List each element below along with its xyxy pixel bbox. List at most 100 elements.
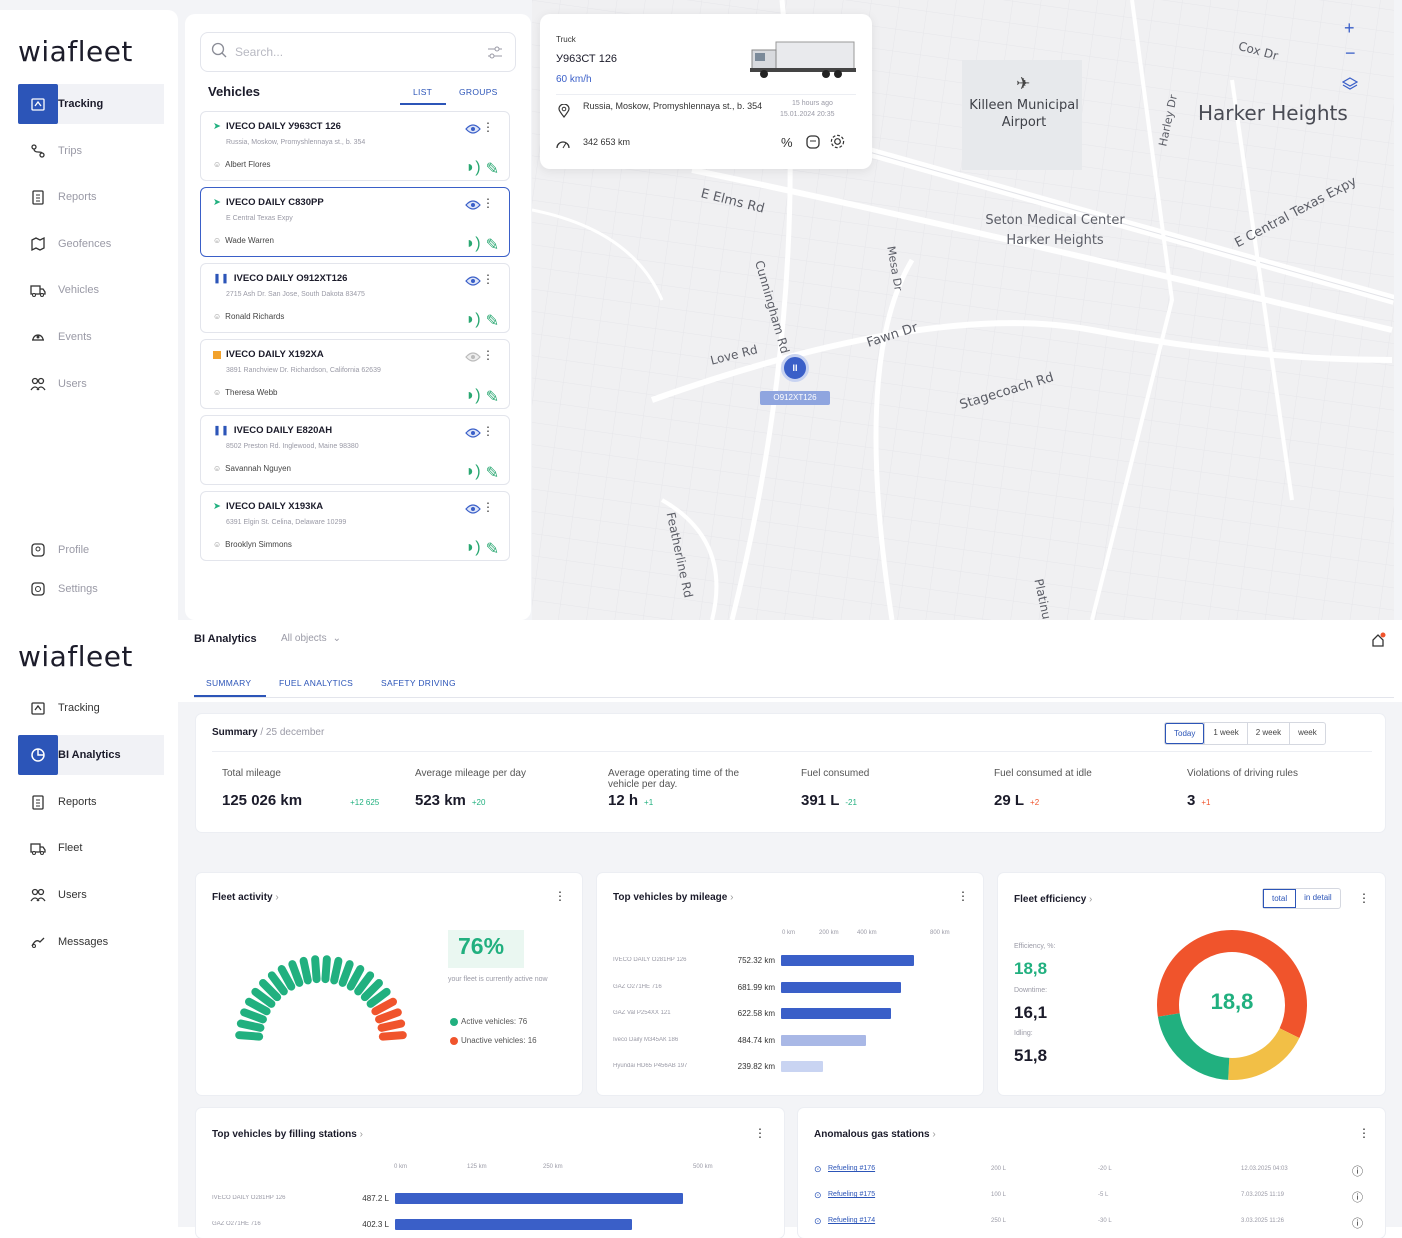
- info-icon[interactable]: ⓘ: [1352, 1189, 1363, 1205]
- zoom-in-button[interactable]: +: [1344, 18, 1355, 39]
- eye-icon[interactable]: [465, 273, 481, 291]
- sidebar-item-bi-analytics[interactable]: BI Analytics: [18, 734, 164, 775]
- bar[interactable]: [395, 1219, 633, 1230]
- summary-card: Summary / 25 december Today 1 week 2 wee…: [196, 714, 1385, 832]
- station-link[interactable]: Refueling #174: [828, 1217, 875, 1224]
- more-icon[interactable]: ⋮: [482, 120, 494, 134]
- bar[interactable]: [781, 955, 914, 966]
- period-today[interactable]: Today: [1165, 723, 1205, 744]
- tick-label: 800 km: [930, 930, 950, 936]
- period-2week[interactable]: 2 week: [1246, 723, 1289, 744]
- layers-icon[interactable]: [1341, 76, 1359, 97]
- bottom-logo[interactable]: wiafleet: [18, 640, 133, 673]
- sidebar-item-trips[interactable]: Trips: [18, 131, 164, 171]
- sidebar-item-events[interactable]: Events: [18, 317, 164, 357]
- sidebar-item-reports[interactable]: Reports: [18, 782, 164, 822]
- more-icon[interactable]: ⋮: [482, 424, 494, 438]
- wrench-icon[interactable]: ✎: [486, 235, 499, 255]
- vehicle-card[interactable]: ➤ IVECO DAILY У963СТ 126 Russia, Moskow, P…: [200, 111, 510, 181]
- signal-icon[interactable]: ◗): [466, 159, 481, 179]
- summary-date: / 25 december: [260, 727, 325, 738]
- more-icon[interactable]: ⋮: [554, 889, 566, 903]
- eye-off-icon[interactable]: [465, 349, 481, 367]
- bar[interactable]: [395, 1193, 683, 1204]
- eye-icon[interactable]: [465, 501, 481, 519]
- objects-filter[interactable]: All objects ⌄: [281, 633, 341, 644]
- vehicle-driver: ☺ Albert Flores: [213, 160, 271, 169]
- more-icon[interactable]: ⋮: [482, 348, 494, 362]
- sidebar-item-messages[interactable]: Messages: [18, 922, 164, 962]
- fuel-icon[interactable]: [805, 134, 821, 155]
- more-icon[interactable]: ⋮: [482, 196, 494, 210]
- search-input[interactable]: Search...: [235, 45, 283, 59]
- vehicle-driver: ☺ Theresa Webb: [213, 388, 278, 397]
- bar[interactable]: [781, 1061, 824, 1072]
- zoom-out-button[interactable]: −: [1345, 43, 1356, 64]
- sidebar-item-tracking[interactable]: Tracking: [18, 84, 164, 124]
- detail-button[interactable]: in detail: [1296, 889, 1340, 908]
- notification-icon[interactable]: [1370, 632, 1386, 653]
- tab-list[interactable]: LIST: [413, 87, 432, 97]
- signal-icon[interactable]: ◗): [466, 387, 481, 407]
- search-bar[interactable]: Search...: [200, 32, 516, 72]
- eye-icon[interactable]: [465, 425, 481, 443]
- signal-icon[interactable]: ◗): [466, 539, 481, 559]
- station-link[interactable]: Refueling #176: [828, 1165, 875, 1172]
- period-1week[interactable]: 1 week: [1204, 723, 1246, 744]
- bar[interactable]: [781, 981, 902, 993]
- period-week[interactable]: week: [1289, 723, 1325, 744]
- sidebar-item-fleet[interactable]: Fleet: [18, 828, 164, 868]
- active-dot-icon: [450, 1017, 458, 1026]
- tab-groups[interactable]: GROUPS: [459, 87, 498, 97]
- info-icon[interactable]: ⓘ: [1352, 1163, 1363, 1179]
- vehicle-card[interactable]: ❚❚ IVECO DAILY О912ХТ126 2715 Ash Dr. San …: [200, 263, 510, 333]
- station-date: 3.03.2025 11:26: [1241, 1218, 1284, 1224]
- more-icon[interactable]: ⋮: [1358, 891, 1370, 905]
- vehicle-icon: [18, 840, 58, 856]
- tab-summary[interactable]: SUMMARY: [206, 678, 251, 688]
- sidebar-item-geofences[interactable]: Geofences: [18, 224, 164, 264]
- sidebar-item-users[interactable]: Users: [18, 364, 164, 404]
- signal-icon[interactable]: ◗): [466, 463, 481, 483]
- fleet-efficiency-title[interactable]: Fleet efficiency ›: [1014, 894, 1092, 905]
- eye-icon[interactable]: [465, 197, 481, 215]
- anomalous-title[interactable]: Anomalous gas stations ›: [814, 1129, 936, 1140]
- sidebar-item-tracking[interactable]: Tracking: [18, 688, 164, 728]
- total-button[interactable]: total: [1263, 889, 1297, 908]
- sidebar-item-reports[interactable]: Reports: [18, 177, 164, 217]
- wrench-icon[interactable]: ✎: [486, 311, 499, 331]
- vehicle-driver-name: Brooklyn Simmons: [225, 540, 292, 549]
- sidebar-item-users[interactable]: Users: [18, 875, 164, 915]
- vehicle-card[interactable]: ➤ IVECO DAILY С830РР E Central Texas Expy ☺…: [200, 187, 510, 257]
- bar[interactable]: [781, 1034, 867, 1046]
- info-icon[interactable]: ⓘ: [1352, 1215, 1363, 1231]
- more-icon[interactable]: ⋮: [482, 272, 494, 286]
- bar-value: 239.82 km: [737, 1062, 775, 1071]
- tick-label: 0 km: [782, 930, 796, 936]
- sidebar-item-vehicles[interactable]: Vehicles: [18, 270, 164, 310]
- tab-safety[interactable]: SAFETY DRIVING: [381, 678, 456, 688]
- more-icon[interactable]: ⋮: [482, 500, 494, 514]
- gear-icon[interactable]: [830, 134, 845, 154]
- signal-icon[interactable]: ◗): [466, 311, 481, 331]
- vehicle-card[interactable]: ➤ IVECO DAILY Х193КА 6391 Elgin St. Celina…: [200, 491, 510, 561]
- vehicle-card[interactable]: IVECO DAILY Х192ХА 3891 Ranchview Dr. Ric…: [200, 339, 510, 409]
- logo[interactable]: wiafleet: [18, 35, 133, 68]
- map-marker[interactable]: II: [781, 354, 809, 382]
- tab-fuel[interactable]: FUEL ANALYTICS: [279, 678, 353, 688]
- vehicle-card[interactable]: ❚❚ IVECO DAILY Е820АН 8502 Preston Rd. Ing…: [200, 415, 510, 485]
- sidebar-item-settings[interactable]: Settings: [18, 569, 164, 609]
- station-link[interactable]: Refueling #175: [828, 1191, 875, 1198]
- filter-icon[interactable]: [487, 45, 503, 66]
- wrench-icon[interactable]: ✎: [486, 387, 499, 407]
- eye-icon[interactable]: [465, 121, 481, 139]
- wrench-icon[interactable]: ✎: [486, 463, 499, 483]
- bar[interactable]: [781, 1008, 891, 1019]
- more-icon[interactable]: ⋮: [1358, 1126, 1370, 1140]
- wrench-icon[interactable]: ✎: [486, 539, 499, 559]
- fleet-activity-title[interactable]: Fleet activity ›: [212, 892, 279, 903]
- signal-icon[interactable]: ◗): [466, 235, 481, 255]
- route-icon[interactable]: %: [781, 135, 793, 150]
- wrench-icon[interactable]: ✎: [486, 159, 499, 179]
- sidebar-item-profile[interactable]: Profile: [18, 530, 164, 570]
